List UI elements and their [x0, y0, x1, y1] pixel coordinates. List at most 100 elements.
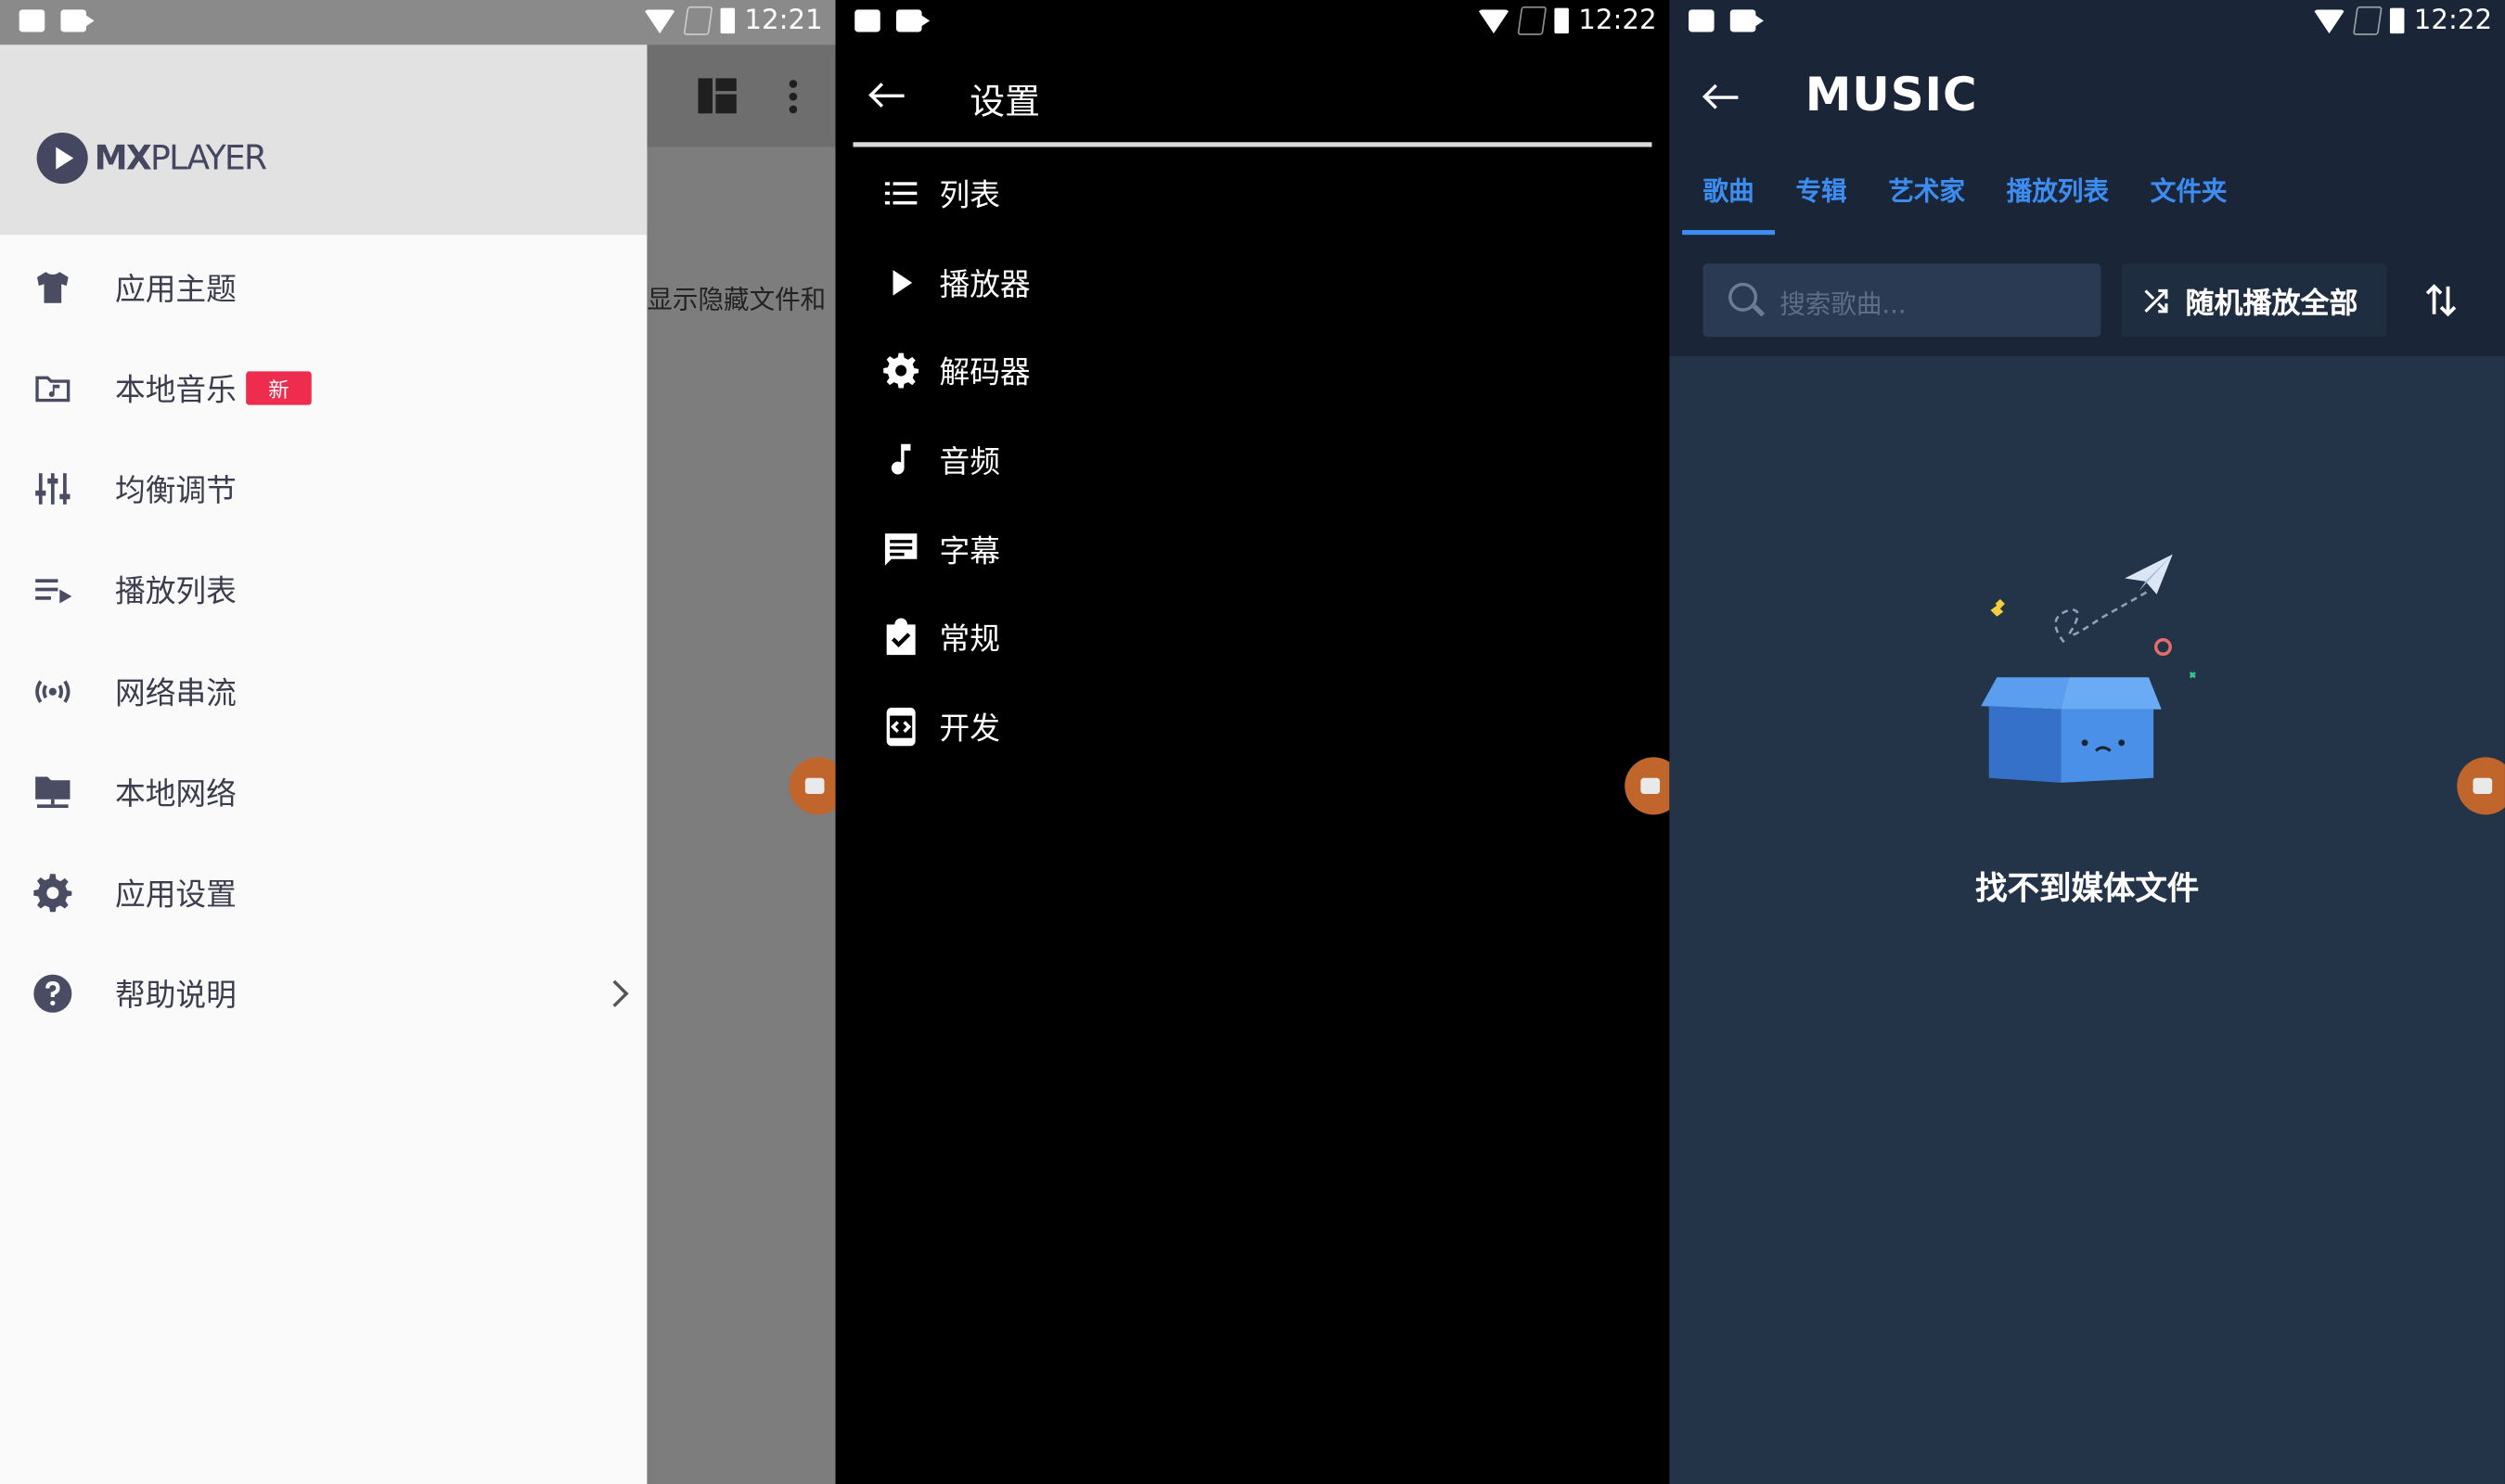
- more-options-icon[interactable]: [789, 80, 798, 115]
- image-notification-icon: [854, 9, 880, 32]
- image-notification-icon: [19, 9, 45, 32]
- settings-item-audio[interactable]: 音频: [836, 416, 1670, 505]
- logo-player-text: PLAYER: [150, 138, 267, 178]
- no-sim-icon: [683, 6, 713, 35]
- mx-player-logo: MX PLAYER: [36, 132, 267, 185]
- music-screen: 12:22 MUSIC 歌曲 专辑 艺术家 播放列表 文件夹 搜索歌曲... 随…: [1669, 0, 2505, 1484]
- battery-icon: [1554, 7, 1569, 34]
- play-logo-icon: [36, 132, 88, 185]
- music-tabs: 歌曲 专辑 艺术家 播放列表 文件夹: [1682, 168, 2248, 236]
- status-bar: 12:22: [1669, 0, 2505, 45]
- settings-item-label: 开发: [939, 711, 1000, 748]
- drawer-item-help[interactable]: 帮助说明: [0, 942, 647, 1043]
- search-icon: [1728, 282, 1758, 312]
- stream-icon: [35, 679, 71, 703]
- settings-toolbar: 设置: [836, 45, 1670, 147]
- drawer-item-label: 应用设置: [114, 876, 237, 913]
- new-badge: 新: [246, 370, 312, 404]
- music-note-icon: [891, 443, 911, 475]
- help-icon: [33, 973, 72, 1012]
- floating-video-button[interactable]: [2457, 757, 2505, 815]
- drawer-item-label: 播放列表: [114, 573, 237, 609]
- shuffle-all-label: 随机播放全部: [2185, 288, 2358, 322]
- settings-item-developer[interactable]: 开发: [836, 682, 1670, 771]
- floating-video-button[interactable]: [1625, 757, 1670, 815]
- drawer-item-label: 网络串流: [114, 675, 237, 711]
- chevron-right-icon: [601, 979, 629, 1007]
- settings-item-decoder[interactable]: 解码器: [836, 326, 1670, 415]
- empty-state-text: 找不到媒体文件: [1975, 868, 2200, 908]
- settings-item-label: 解码器: [939, 355, 1031, 391]
- drawer-item-label: 本地网络: [114, 776, 237, 812]
- drawer-item-local-music[interactable]: 本地音乐新: [0, 337, 647, 438]
- settings-item-list[interactable]: 列表: [836, 148, 1670, 237]
- settings-item-label: 播放器: [939, 267, 1031, 303]
- drawer-item-label: 本地音乐新: [115, 365, 312, 409]
- settings-item-player[interactable]: 播放器: [836, 238, 1670, 327]
- back-arrow-icon[interactable]: [870, 83, 906, 109]
- status-time: 12:22: [1578, 5, 1657, 37]
- navigation-drawer: MX PLAYER 应用主题 本地音乐新 均衡调节 播放列表 网络串流 本地网络…: [0, 0, 648, 1484]
- mx-player-drawer-screen: 显示隐藏文件和 MX PLAYER 应用主题 本地音乐新 均衡调节 播放列表 网…: [0, 0, 836, 1484]
- logo-mx-text: MX: [94, 138, 152, 178]
- developer-icon: [886, 707, 916, 747]
- tab-folders[interactable]: 文件夹: [2129, 168, 2247, 235]
- play-icon: [893, 270, 913, 296]
- status-bar: 12:21: [0, 0, 836, 45]
- layout-grid-icon[interactable]: [698, 78, 737, 114]
- drawer-item-theme[interactable]: 应用主题: [0, 237, 647, 338]
- video-notification-icon: [1729, 9, 1764, 32]
- drawer-item-playlist[interactable]: 播放列表: [0, 538, 647, 639]
- search-placeholder: 搜索歌曲...: [1779, 288, 1907, 320]
- battery-icon: [2389, 7, 2405, 34]
- gear-icon: [33, 873, 72, 912]
- drawer-item-equalizer[interactable]: 均衡调节: [0, 438, 647, 539]
- background-toolbar: [647, 45, 836, 147]
- clipboard-check-icon: [886, 618, 916, 656]
- equalizer-icon: [35, 472, 71, 504]
- tab-songs[interactable]: 歌曲: [1682, 168, 1776, 236]
- settings-screen: 12:22 设置 列表 播放器 解码器 音频 字幕 常规 开发: [835, 0, 1670, 1484]
- shuffle-icon: [2144, 288, 2168, 313]
- sort-icon[interactable]: [2421, 279, 2462, 321]
- toolbar-divider: [853, 142, 1652, 147]
- drawer-item-network-stream[interactable]: 网络串流: [0, 641, 647, 742]
- drawer-item-local-network[interactable]: 本地网络: [0, 741, 647, 842]
- search-input[interactable]: 搜索歌曲...: [1702, 263, 2101, 338]
- status-time: 12:21: [744, 5, 823, 37]
- drawer-item-label: 应用主题: [114, 271, 237, 307]
- background-setting-text: 显示隐藏文件和: [647, 284, 827, 315]
- floating-video-button[interactable]: [789, 757, 836, 815]
- gear-icon: [883, 352, 919, 389]
- wifi-icon: [1477, 8, 1510, 33]
- drawer-item-app-settings[interactable]: 应用设置: [0, 842, 647, 943]
- no-sim-icon: [1517, 6, 1548, 35]
- music-folder-icon: [35, 375, 71, 402]
- video-notification-icon: [60, 9, 95, 32]
- shuffle-all-button[interactable]: 随机播放全部: [2121, 263, 2387, 338]
- list-icon: [884, 182, 918, 205]
- drawer-header: MX PLAYER: [0, 45, 648, 236]
- empty-box-illustration: [1981, 554, 2196, 783]
- tab-artists[interactable]: 艺术家: [1868, 168, 1985, 235]
- music-header: MUSIC 歌曲 专辑 艺术家 播放列表 文件夹 搜索歌曲... 随机播放全部: [1669, 45, 2505, 357]
- status-bar: 12:22: [836, 0, 1670, 45]
- settings-item-label: 字幕: [939, 534, 1000, 569]
- shirt-icon: [37, 271, 69, 302]
- drawer-item-label-text: 本地音乐: [114, 372, 237, 408]
- back-arrow-icon[interactable]: [1704, 84, 1740, 110]
- playlist-icon: [35, 578, 72, 603]
- settings-item-label: 列表: [939, 178, 1000, 213]
- drawer-item-label: 均衡调节: [114, 472, 237, 508]
- battery-icon: [720, 7, 736, 34]
- settings-item-general[interactable]: 常规: [836, 593, 1670, 682]
- settings-item-label: 音频: [939, 444, 1000, 480]
- settings-item-subtitle[interactable]: 字幕: [836, 505, 1670, 594]
- network-folder-icon: [35, 775, 71, 808]
- image-notification-icon: [1689, 9, 1715, 32]
- screenshot-collage: 显示隐藏文件和 MX PLAYER 应用主题 本地音乐新 均衡调节 播放列表 网…: [0, 0, 2505, 1484]
- video-notification-icon: [895, 9, 931, 32]
- drawer-item-label: 帮助说明: [114, 978, 237, 1013]
- tab-albums[interactable]: 专辑: [1775, 168, 1868, 235]
- tab-playlists[interactable]: 播放列表: [1985, 168, 2129, 235]
